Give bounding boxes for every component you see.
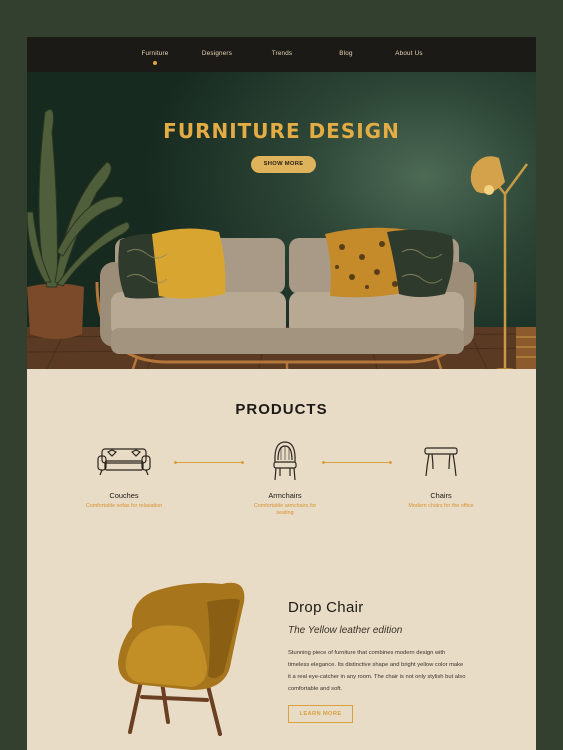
top-nav: Furniture Designers Trends Blog About Us [27, 37, 536, 72]
product-name-couches[interactable]: Couches [64, 491, 184, 500]
drop-chair-image [118, 582, 245, 736]
armchair-icon [273, 441, 297, 481]
chair-icon [424, 447, 458, 477]
hero-title: FURNITURE DESIGN [163, 119, 400, 143]
nav-item-designers[interactable]: Designers [202, 50, 232, 57]
page: Furniture Designers Trends Blog About Us [27, 37, 536, 750]
product-name-chairs[interactable]: Chairs [381, 491, 501, 500]
nav-item-blog[interactable]: Blog [339, 50, 352, 57]
sofa-icon [97, 448, 151, 476]
connector-line [174, 461, 244, 464]
product-desc-couches: Comfortable sofas for relaxation [85, 503, 163, 509]
hero-section: FURNITURE DESIGN SHOW MORE [27, 72, 536, 369]
connector-line [322, 461, 392, 464]
product-desc-chairs: Modern chairs for the office [408, 503, 474, 509]
learn-more-button[interactable]: LEARN MORE [288, 705, 353, 723]
nav-item-trends[interactable]: Trends [272, 50, 293, 57]
product-name-armchairs[interactable]: Armchairs [225, 491, 345, 500]
nav-item-about-us[interactable]: About Us [395, 50, 423, 57]
show-more-button[interactable]: SHOW MORE [251, 156, 316, 173]
hero-scene-image [27, 109, 536, 369]
products-heading: PRODUCTS [235, 401, 328, 418]
product-desc-armchairs: Comfortable armchairs for seating [253, 503, 317, 517]
feature-subtitle: The Yellow leather edition [288, 625, 403, 636]
feature-title: Drop Chair [288, 599, 364, 616]
nav-item-furniture[interactable]: Furniture [142, 50, 169, 57]
active-nav-indicator [153, 61, 157, 65]
feature-description: Stunning piece of furniture that combine… [288, 650, 466, 692]
